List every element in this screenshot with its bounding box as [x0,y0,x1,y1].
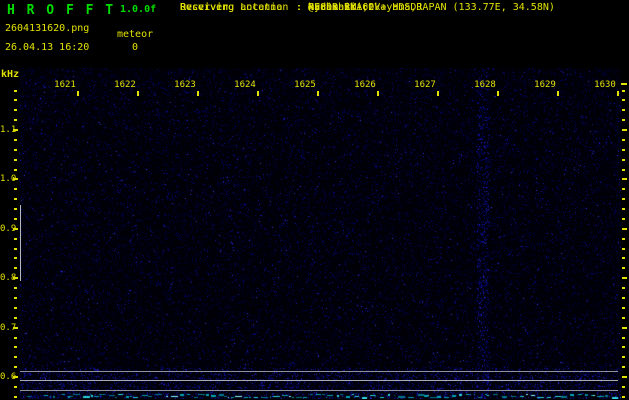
y-minor-tick-right [622,346,625,349]
y-minor-tick-left [14,217,17,220]
left-range-marker [20,205,21,281]
y-minor-tick-left [14,148,17,151]
y-major-tick-right [622,227,627,230]
carrier-line-middle [20,380,618,381]
y-axis-unit-label: kHz [1,69,20,80]
y-minor-tick-right [622,257,625,260]
y-minor-tick-right [622,247,625,250]
y-major-tick-left [13,129,18,131]
station-info-row: Recviving antenna: Radix RY-62V [180,1,380,15]
y-major-tick-right [622,326,627,329]
y-minor-tick-right [622,89,625,92]
app-title: H R O F F T [7,3,116,18]
app-version: 1.0.0f [120,4,157,15]
y-minor-tick-left [14,306,17,309]
meteor-counter-label: meteor [117,29,154,40]
y-minor-tick-right [622,198,625,201]
y-major-tick-left [13,227,18,230]
y-minor-tick-left [14,198,17,201]
y-minor-tick-left [14,346,17,349]
y-tick-label: 1.0 [0,174,17,185]
y-minor-tick-left [14,385,17,388]
hrofft-screen: H R O F F T 1.0.0f 2604131620.png meteor… [0,0,629,400]
y-tick-label: 0.6 [0,372,17,382]
y-minor-tick-left [14,237,17,240]
y-minor-tick-right [622,237,625,240]
y-minor-tick-left [14,99,17,102]
y-minor-tick-right [622,306,625,309]
y-minor-tick-left [14,168,17,171]
y-minor-tick-left [14,138,17,141]
meteor-count: 0 [132,42,139,53]
y-minor-tick-right [622,395,625,398]
info-value: Radix RY-62V [308,2,381,13]
y-tick-label: 0.8 [0,273,17,284]
y-major-tick-left [13,376,18,378]
y-minor-tick-right [622,208,625,210]
y-minor-tick-left [14,89,17,92]
y-minor-tick-left [14,316,17,319]
info-colon: : [296,2,309,13]
y-minor-tick-left [14,257,17,260]
spectrogram-canvas [19,68,621,399]
y-major-tick-right [622,277,627,280]
y-major-tick-right [622,129,627,131]
y-minor-tick-right [622,158,625,161]
y-minor-tick-right [622,385,625,388]
y-minor-tick-right [622,316,625,319]
y-minor-tick-left [14,297,17,299]
y-major-tick-left [13,178,18,181]
y-minor-tick-left [14,119,17,122]
carrier-line-lower [20,390,618,391]
datetime-label: 26.04.13 16:20 [5,42,90,53]
y-minor-tick-left [14,287,17,290]
y-minor-tick-left [14,247,17,250]
y-minor-tick-right [622,356,625,359]
y-major-tick-right [622,178,627,181]
y-minor-tick-right [622,217,625,220]
carrier-line-upper [20,371,618,372]
y-tick-label: 1.1 [0,125,17,135]
y-minor-tick-right [622,119,625,122]
y-minor-tick-right [622,99,625,102]
y-minor-tick-left [14,208,17,210]
y-minor-tick-left [14,356,17,359]
y-minor-tick-right [622,366,625,369]
y-minor-tick-left [14,158,17,161]
y-minor-tick-right [622,168,625,171]
y-major-tick-right [622,376,627,378]
y-minor-tick-left [14,267,17,270]
y-tick-label: 0.9 [0,223,17,234]
y-minor-tick-right [622,148,625,151]
y-minor-tick-right [622,188,625,191]
output-filename: 2604131620.png [5,23,90,34]
y-minor-tick-left [14,188,17,191]
y-major-tick-left [13,326,18,329]
y-minor-tick-left [14,395,17,398]
y-minor-tick-left [14,109,17,112]
y-tick-label: 0.7 [0,322,17,333]
info-label: Recviving antenna [180,2,283,13]
x-axis-end-dash [621,83,627,85]
y-minor-tick-left [14,336,17,339]
y-minor-tick-right [622,336,625,339]
y-minor-tick-right [622,297,625,299]
y-major-tick-left [13,277,18,280]
y-minor-tick-right [622,287,625,290]
y-minor-tick-right [622,267,625,270]
y-minor-tick-left [14,366,17,369]
y-minor-tick-right [622,109,625,112]
y-minor-tick-right [622,138,625,141]
